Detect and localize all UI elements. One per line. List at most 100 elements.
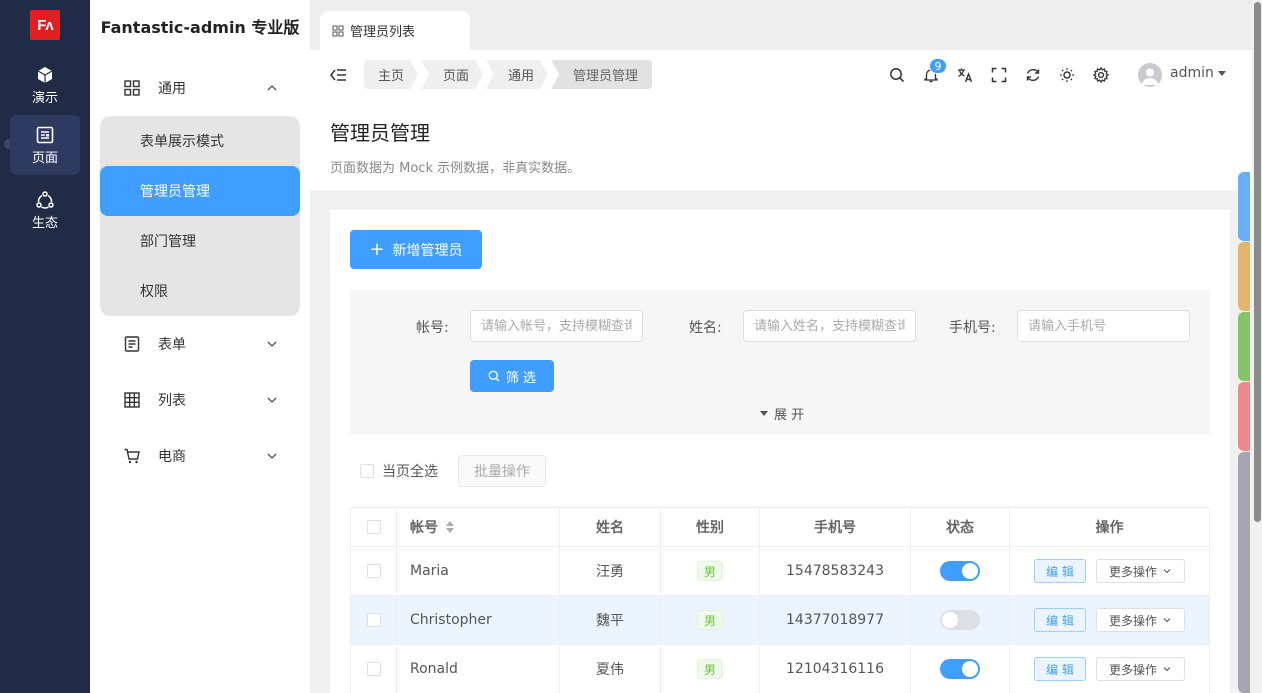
form-icon bbox=[124, 336, 140, 352]
search-panel: 帐号: 姓名: 手机号: 筛 选 展 开 bbox=[350, 290, 1210, 434]
fullscreen-icon[interactable] bbox=[991, 67, 1007, 83]
table-icon bbox=[124, 392, 140, 408]
more-actions-dropdown[interactable]: 更多操作 bbox=[1096, 608, 1185, 632]
header-status: 状态 bbox=[911, 508, 1010, 546]
refresh-icon[interactable] bbox=[1025, 67, 1041, 83]
row-checkbox[interactable] bbox=[366, 613, 381, 627]
breadcrumb-page[interactable]: 页面 bbox=[421, 60, 483, 89]
main-nav-ecosystem[interactable]: 生态 bbox=[10, 180, 80, 240]
breadcrumb-general[interactable]: 通用 bbox=[486, 60, 548, 89]
header-actions: 操作 bbox=[1095, 520, 1124, 536]
user-name[interactable]: admin bbox=[1170, 65, 1214, 81]
select-page-checkbox[interactable] bbox=[360, 464, 374, 478]
main-nav-demo[interactable]: 演示 bbox=[10, 55, 80, 115]
gender-tag: 男 bbox=[696, 659, 723, 679]
side-strip-orange[interactable] bbox=[1238, 242, 1250, 311]
more-actions-label: 更多操作 bbox=[1108, 613, 1157, 628]
search-icon[interactable] bbox=[889, 67, 905, 83]
menu-label: 列表 bbox=[158, 393, 186, 409]
add-admin-button[interactable]: + 新增管理员 bbox=[350, 230, 482, 269]
grid-icon bbox=[124, 80, 140, 96]
menu-label: 表单 bbox=[158, 337, 186, 353]
side-strip-blue[interactable] bbox=[1238, 172, 1250, 241]
header-gender: 性别 bbox=[661, 508, 760, 546]
expand-label: 展 开 bbox=[774, 408, 805, 423]
edit-button[interactable]: 编 辑 bbox=[1034, 657, 1086, 681]
sub-item-permission[interactable]: 权限 bbox=[100, 266, 300, 316]
chevron-down-icon bbox=[1163, 667, 1171, 672]
main-nav-page[interactable]: 页面 bbox=[10, 115, 80, 175]
select-page-label: 当页全选 bbox=[382, 464, 438, 480]
table-row: Christopher 魏平 男 14377018977 编 辑 更多操作 bbox=[351, 596, 1209, 645]
sub-item-form-display[interactable]: 表单展示模式 bbox=[100, 116, 300, 166]
sort-icon[interactable] bbox=[446, 521, 454, 533]
side-strip-gray[interactable] bbox=[1238, 452, 1250, 693]
chevron-down-icon bbox=[267, 341, 277, 347]
settings-gear-icon[interactable] bbox=[1093, 67, 1109, 83]
side-strip-red[interactable] bbox=[1238, 382, 1250, 451]
filter-button[interactable]: 筛 选 bbox=[470, 360, 554, 392]
select-all-checkbox[interactable] bbox=[366, 520, 381, 534]
main-sidebar: Fʌ 演示 页面 生态 bbox=[0, 0, 90, 693]
avatar[interactable] bbox=[1138, 63, 1162, 87]
vertical-scrollbar[interactable] bbox=[1252, 0, 1262, 693]
batch-operation-button[interactable]: 批量操作 bbox=[458, 455, 546, 487]
breadcrumb: 主页 页面 通用 管理员管理 bbox=[364, 60, 655, 89]
status-switch[interactable] bbox=[940, 659, 980, 679]
sub-item-admin-management[interactable]: 管理员管理 bbox=[100, 166, 300, 216]
user-icon bbox=[1142, 68, 1158, 85]
cell-phone: 14377018977 bbox=[760, 596, 911, 644]
header-label: 帐号 bbox=[410, 520, 438, 536]
cell-name: 魏平 bbox=[560, 596, 661, 644]
translate-icon[interactable] bbox=[957, 67, 973, 83]
name-input[interactable] bbox=[743, 310, 916, 342]
header-account[interactable]: 帐号 bbox=[397, 508, 560, 546]
ecosystem-icon bbox=[36, 190, 54, 209]
cell-name: 夏伟 bbox=[560, 645, 661, 693]
status-switch[interactable] bbox=[940, 561, 980, 581]
more-actions-dropdown[interactable]: 更多操作 bbox=[1096, 657, 1185, 681]
content-panel: + 新增管理员 帐号: 姓名: 手机号: 筛 选 展 开 当页全选 批量操作 帐… bbox=[330, 210, 1230, 693]
collapse-sidebar-icon[interactable] bbox=[330, 67, 347, 83]
side-strip-green[interactable] bbox=[1238, 312, 1250, 381]
theme-sun-icon[interactable] bbox=[1059, 67, 1075, 83]
cell-phone: 12104316116 bbox=[760, 645, 911, 693]
gender-tag: 男 bbox=[696, 561, 723, 581]
header-name: 姓名 bbox=[560, 508, 661, 546]
scrollbar-thumb[interactable] bbox=[1254, 2, 1261, 522]
name-label: 姓名: bbox=[689, 320, 722, 336]
account-input[interactable] bbox=[470, 310, 643, 342]
main-nav-label: 页面 bbox=[31, 150, 58, 166]
breadcrumb-home[interactable]: 主页 bbox=[364, 60, 418, 89]
table-row: Maria 汪勇 男 15478583243 编 辑 更多操作 bbox=[351, 547, 1209, 596]
menu-list[interactable]: 列表 bbox=[100, 377, 300, 423]
cell-account: Maria bbox=[397, 547, 560, 595]
cell-account: Christopher bbox=[397, 596, 560, 644]
menu-form[interactable]: 表单 bbox=[100, 321, 300, 367]
edit-button[interactable]: 编 辑 bbox=[1034, 559, 1086, 583]
cell-phone: 15478583243 bbox=[760, 547, 911, 595]
tab-bar: 管理员列表 bbox=[310, 0, 1252, 50]
select-page-control[interactable]: 当页全选 bbox=[360, 455, 438, 487]
cart-icon bbox=[124, 448, 140, 464]
row-checkbox[interactable] bbox=[366, 564, 381, 578]
add-admin-label: 新增管理员 bbox=[392, 242, 463, 259]
more-actions-dropdown[interactable]: 更多操作 bbox=[1096, 559, 1185, 583]
status-switch[interactable] bbox=[940, 610, 980, 630]
chevron-down-icon bbox=[267, 397, 277, 403]
expand-toggle[interactable]: 展 开 bbox=[760, 404, 804, 423]
caret-down-icon[interactable] bbox=[1218, 71, 1226, 76]
cell-name: 汪勇 bbox=[560, 547, 661, 595]
main-nav-label: 生态 bbox=[31, 215, 58, 231]
table-header-row: 帐号 姓名 性别 手机号 状态 操作 bbox=[351, 508, 1209, 547]
more-actions-label: 更多操作 bbox=[1108, 564, 1157, 579]
menu-general[interactable]: 通用 bbox=[100, 65, 300, 111]
phone-input[interactable] bbox=[1017, 310, 1190, 342]
sub-sidebar: Fantastic-admin 专业版 通用 表单展示模式 管理员管理 部门管理… bbox=[90, 0, 310, 693]
chevron-down-icon bbox=[1163, 569, 1171, 574]
sub-item-department[interactable]: 部门管理 bbox=[100, 216, 300, 266]
edit-button[interactable]: 编 辑 bbox=[1034, 608, 1086, 632]
tab-admin-list[interactable]: 管理员列表 bbox=[320, 11, 470, 50]
menu-ecommerce[interactable]: 电商 bbox=[100, 433, 300, 479]
row-checkbox[interactable] bbox=[366, 662, 381, 676]
